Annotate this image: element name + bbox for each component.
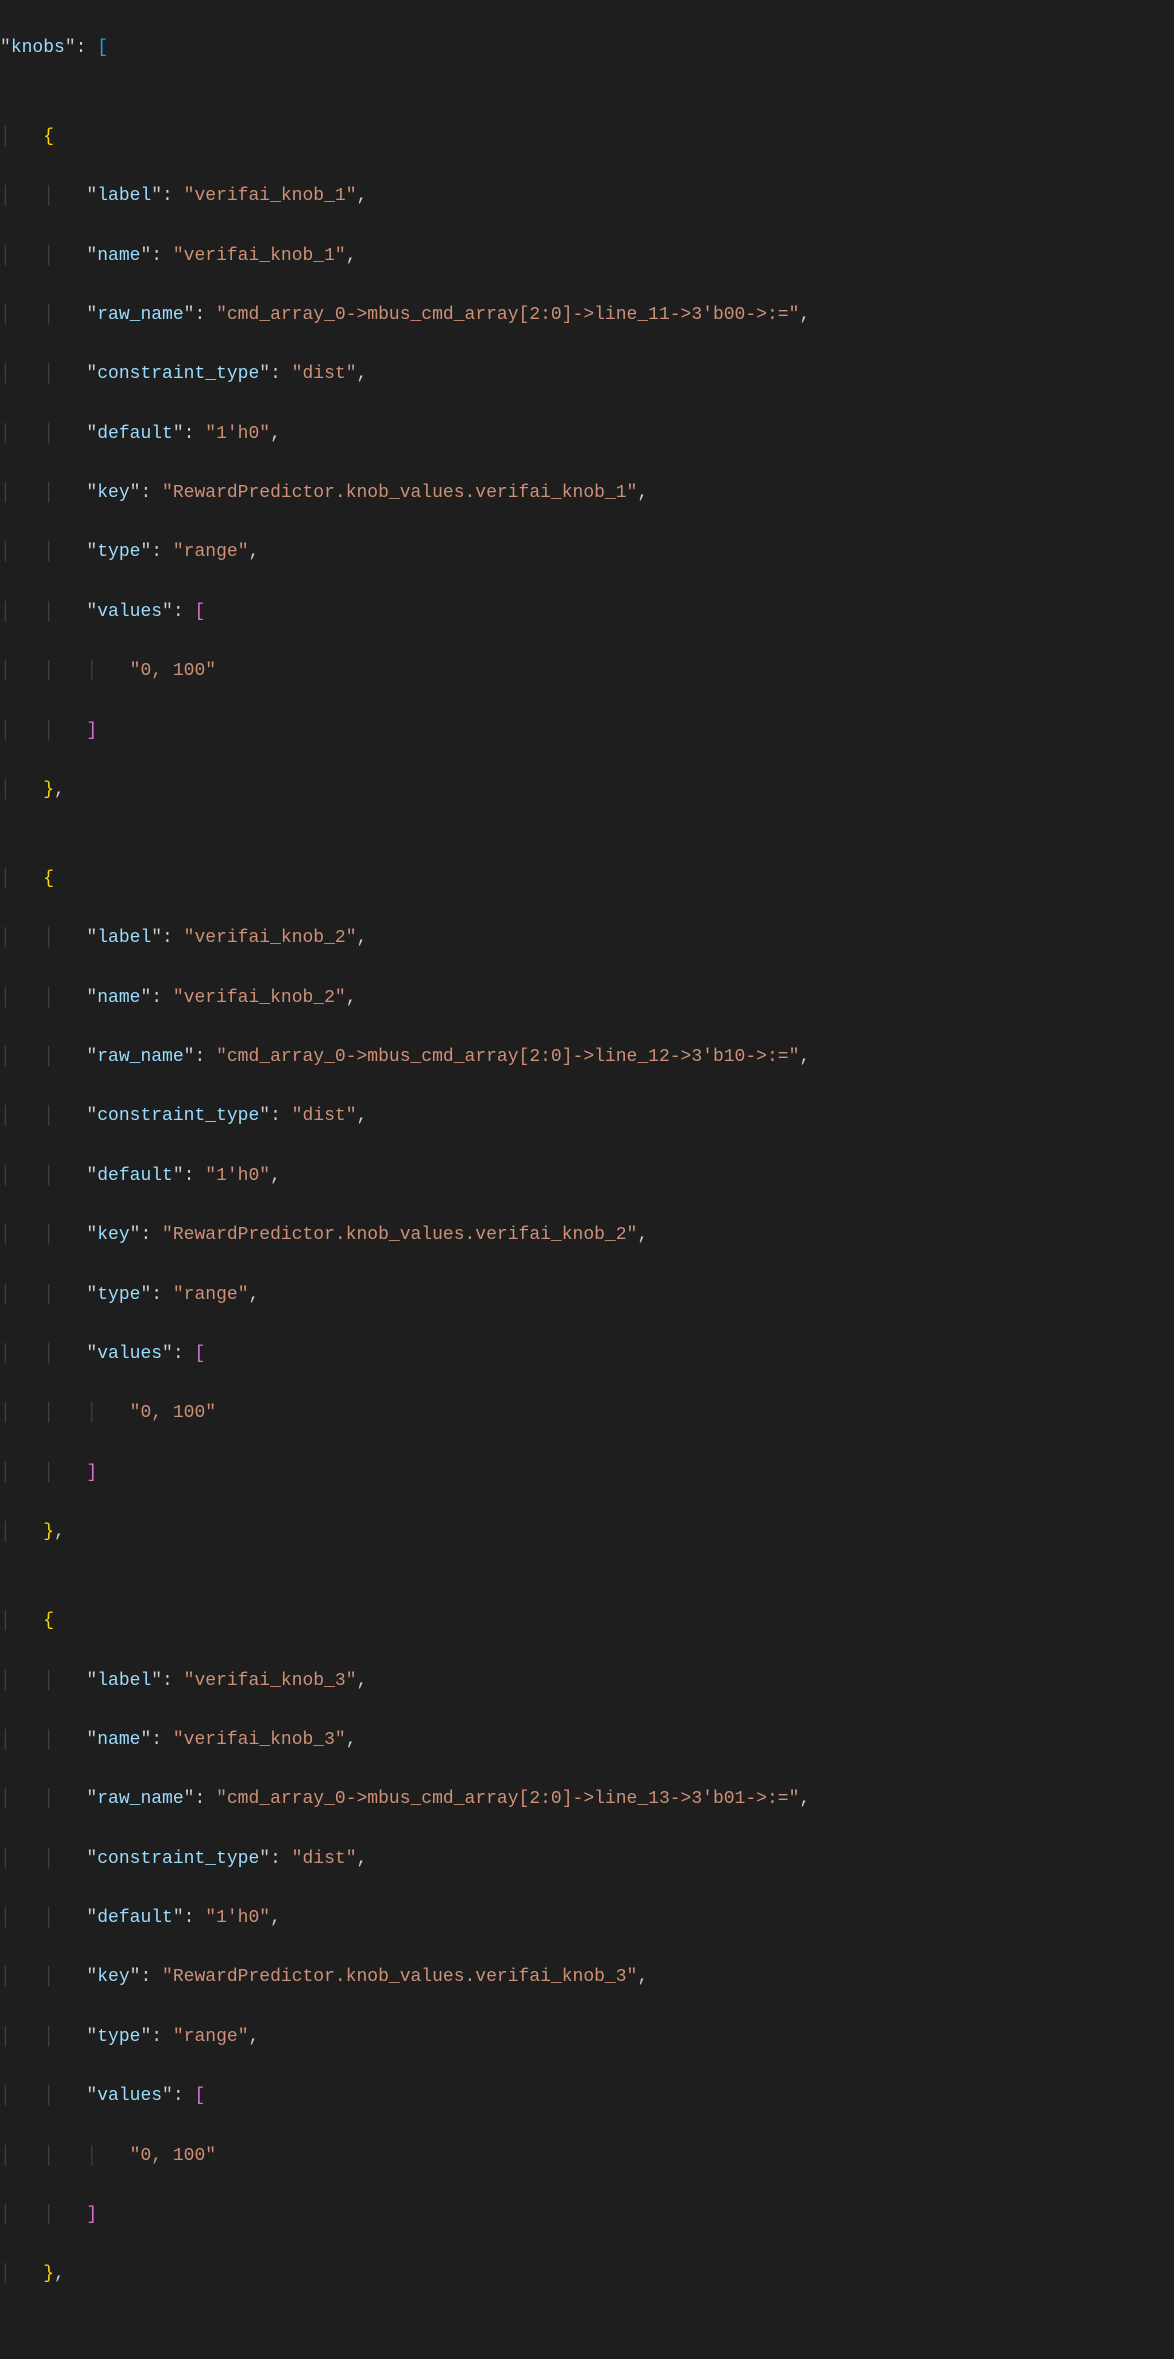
- code-line: │ │ "label": "verifai_knob_2",: [0, 924, 1174, 954]
- code-line: │ │ ]: [0, 1459, 1174, 1489]
- json-key: name: [97, 988, 140, 1008]
- code-line: │ │ "name": "verifai_knob_1",: [0, 242, 1174, 272]
- json-key: name: [97, 246, 140, 266]
- code-line: │ │ "values": [: [0, 2082, 1174, 2112]
- json-key: label: [97, 928, 151, 948]
- json-string: "verifai_knob_2": [184, 928, 357, 948]
- code-line: │ │ ]: [0, 717, 1174, 747]
- code-line: │ │ "default": "1'h0",: [0, 1162, 1174, 1192]
- json-key: values: [97, 602, 162, 622]
- json-string: "dist": [292, 1849, 357, 1869]
- code-line: │ │ "constraint_type": "dist",: [0, 1102, 1174, 1132]
- json-string: "verifai_knob_1": [184, 186, 357, 206]
- json-string: "range": [173, 542, 249, 562]
- code-line: │ │ "values": [: [0, 598, 1174, 628]
- code-line: │ │ "type": "range",: [0, 1281, 1174, 1311]
- code-line: "knobs": [: [0, 34, 1174, 64]
- json-key: key: [97, 483, 129, 503]
- code-line: │ │ "key": "RewardPredictor.knob_values.…: [0, 479, 1174, 509]
- code-line: │ {: [0, 865, 1174, 895]
- code-line: │ │ "key": "RewardPredictor.knob_values.…: [0, 1963, 1174, 1993]
- json-string: "cmd_array_0->mbus_cmd_array[2:0]->line_…: [216, 1789, 799, 1809]
- json-key: default: [97, 424, 173, 444]
- code-line: │ │ │ "0, 100": [0, 2142, 1174, 2172]
- json-key: label: [97, 1671, 151, 1691]
- code-line: │ │ "constraint_type": "dist",: [0, 1845, 1174, 1875]
- json-key: label: [97, 186, 151, 206]
- code-line: │ },: [0, 2260, 1174, 2290]
- json-key: name: [97, 1730, 140, 1750]
- json-key: key: [97, 1967, 129, 1987]
- code-line: │ │ "raw_name": "cmd_array_0->mbus_cmd_a…: [0, 1043, 1174, 1073]
- code-line: │ │ "raw_name": "cmd_array_0->mbus_cmd_a…: [0, 301, 1174, 331]
- json-key: default: [97, 1908, 173, 1928]
- json-string: "verifai_knob_2": [173, 988, 346, 1008]
- json-key: raw_name: [97, 1047, 183, 1067]
- json-key: constraint_type: [97, 1106, 259, 1126]
- json-key: key: [97, 1225, 129, 1245]
- json-key: raw_name: [97, 1789, 183, 1809]
- json-key: values: [97, 2086, 162, 2106]
- json-string: "0, 100": [130, 1403, 216, 1423]
- json-key: type: [97, 542, 140, 562]
- json-string: "range": [173, 2027, 249, 2047]
- code-line: │ │ "label": "verifai_knob_1",: [0, 182, 1174, 212]
- code-line: │ │ "name": "verifai_knob_3",: [0, 1726, 1174, 1756]
- code-line: │ │ "raw_name": "cmd_array_0->mbus_cmd_a…: [0, 1785, 1174, 1815]
- json-string: "dist": [292, 1106, 357, 1126]
- json-string: "verifai_knob_3": [173, 1730, 346, 1750]
- json-string: "verifai_knob_1": [173, 246, 346, 266]
- json-string: "RewardPredictor.knob_values.verifai_kno…: [162, 1225, 637, 1245]
- code-line: │ },: [0, 776, 1174, 806]
- json-string: "1'h0": [205, 1908, 270, 1928]
- code-editor[interactable]: "knobs": [ │ { │ │ "label": "verifai_kno…: [0, 0, 1174, 2359]
- code-line: │ │ │ "0, 100": [0, 657, 1174, 687]
- json-string: "0, 100": [130, 661, 216, 681]
- json-key: default: [97, 1166, 173, 1186]
- json-string: "range": [173, 1285, 249, 1305]
- json-key: knobs: [11, 38, 65, 58]
- json-key: type: [97, 1285, 140, 1305]
- json-string: "RewardPredictor.knob_values.verifai_kno…: [162, 483, 637, 503]
- json-key: constraint_type: [97, 364, 259, 384]
- json-string: "1'h0": [205, 424, 270, 444]
- code-line: │ │ ]: [0, 2201, 1174, 2231]
- code-line: │ │ "key": "RewardPredictor.knob_values.…: [0, 1221, 1174, 1251]
- json-string: "RewardPredictor.knob_values.verifai_kno…: [162, 1967, 637, 1987]
- code-line: │ │ │ "0, 100": [0, 1399, 1174, 1429]
- code-line: │ │ "constraint_type": "dist",: [0, 360, 1174, 390]
- json-string: "dist": [292, 364, 357, 384]
- code-line: │ },: [0, 1518, 1174, 1548]
- code-line: │ │ "label": "verifai_knob_3",: [0, 1667, 1174, 1697]
- json-key: values: [97, 1344, 162, 1364]
- json-string: "cmd_array_0->mbus_cmd_array[2:0]->line_…: [216, 1047, 799, 1067]
- json-key: constraint_type: [97, 1849, 259, 1869]
- code-line: │ {: [0, 1607, 1174, 1637]
- code-line: │ │ "default": "1'h0",: [0, 1904, 1174, 1934]
- code-line: │ │ "type": "range",: [0, 2023, 1174, 2053]
- json-key: type: [97, 2027, 140, 2047]
- code-line: │ │ "default": "1'h0",: [0, 420, 1174, 450]
- code-line: │ │ "name": "verifai_knob_2",: [0, 984, 1174, 1014]
- json-string: "0, 100": [130, 2146, 216, 2166]
- code-line: │ │ "type": "range",: [0, 538, 1174, 568]
- json-string: "verifai_knob_3": [184, 1671, 357, 1691]
- json-string: "cmd_array_0->mbus_cmd_array[2:0]->line_…: [216, 305, 799, 325]
- code-line: │ {: [0, 123, 1174, 153]
- json-string: "1'h0": [205, 1166, 270, 1186]
- code-line: │ │ "values": [: [0, 1340, 1174, 1370]
- json-key: raw_name: [97, 305, 183, 325]
